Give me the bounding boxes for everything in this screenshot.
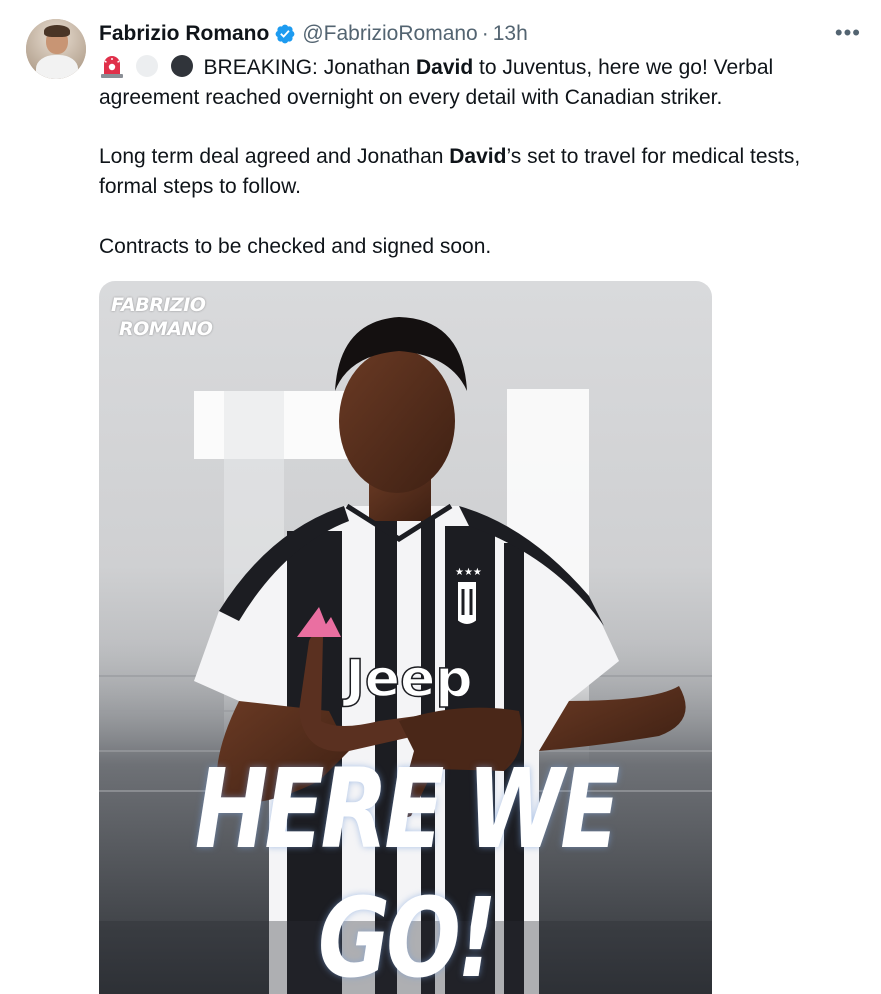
white-circle-emoji <box>135 55 158 77</box>
siren-emoji <box>101 56 123 78</box>
tweet-header: Fabrizio Romano @FabrizioRomano · 13h <box>99 20 528 48</box>
more-options-icon[interactable]: ••• <box>835 22 861 44</box>
avatar[interactable] <box>26 19 86 79</box>
text-segment: to Juventus, here we go! Verbal <box>473 56 774 79</box>
tweet-media-image[interactable]: Jeep ★★★ FABRIZIO ROMANO HERE WE GO! <box>99 281 712 994</box>
headline-text: HERE WE GO! <box>194 744 620 994</box>
separator-dot: · <box>481 22 489 45</box>
black-circle-emoji <box>170 55 193 77</box>
tweet[interactable]: Fabrizio Romano @FabrizioRomano · 13h ••… <box>0 0 881 994</box>
watermark: FABRIZIO ROMANO <box>111 294 213 340</box>
tweet-text-line: BREAKING: Jonathan David to Juventus, he… <box>99 53 869 83</box>
shirt-sponsor: Jeep <box>342 649 472 709</box>
tweet-text-line: Contracts to be checked and signed soon. <box>99 235 492 258</box>
text-segment: ’s set to travel for medical tests, <box>506 145 801 168</box>
tweet-text-line: formal steps to follow. <box>99 175 301 198</box>
verified-badge-icon <box>275 24 295 44</box>
bold-name: David <box>415 56 474 79</box>
bold-name: David <box>449 145 507 168</box>
author-name[interactable]: Fabrizio Romano <box>99 22 269 46</box>
tweet-text-line: agreement reached overnight on every det… <box>99 86 723 109</box>
text-segment: BREAKING: Jonathan <box>203 56 416 79</box>
tweet-text-line: Long term deal agreed and Jonathan David… <box>99 142 869 172</box>
author-handle[interactable]: @FabrizioRomano <box>302 22 477 46</box>
timestamp[interactable]: 13h <box>493 22 528 46</box>
text-segment: Long term deal agreed and Jonathan <box>99 145 450 168</box>
svg-text:★★★: ★★★ <box>455 567 482 578</box>
